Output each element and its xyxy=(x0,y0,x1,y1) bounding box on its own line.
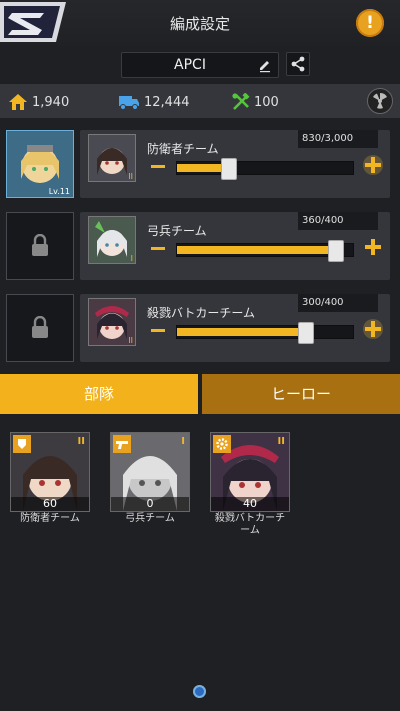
slider-fill xyxy=(177,246,336,254)
shield-icon xyxy=(13,435,31,453)
add-plus-icon[interactable] xyxy=(362,154,384,176)
hero-name: 防衛者チーム xyxy=(20,513,80,524)
page-indicator-dot xyxy=(193,685,206,698)
share-icon[interactable] xyxy=(286,52,310,76)
team-slider[interactable] xyxy=(176,158,354,180)
commander-level: Lv.11 xyxy=(48,187,70,196)
resource-trucks: 12,444 xyxy=(118,93,190,111)
truck-icon xyxy=(119,96,139,110)
slider-handle[interactable] xyxy=(221,158,238,180)
slider-handle[interactable] xyxy=(328,240,345,262)
gear-icon xyxy=(213,435,231,453)
team-card: II 防衛者チーム 830/3,000 xyxy=(80,130,390,198)
hero-card[interactable]: I 0 弓兵チーム xyxy=(110,432,190,525)
hero-value: 0 xyxy=(111,497,189,511)
team-slider[interactable] xyxy=(176,240,354,262)
hero-value: 60 xyxy=(11,497,89,511)
hero-card[interactable]: II 60 防衛者チーム xyxy=(10,432,90,525)
hero-portrait: I 0 xyxy=(110,432,190,512)
team-count: 830/3,000 xyxy=(298,130,378,148)
radiation-settings-icon[interactable] xyxy=(367,88,393,114)
slider-fill xyxy=(177,328,306,336)
team-card: I 弓兵チーム 360/400 xyxy=(80,212,390,280)
deck-name: APCI xyxy=(174,57,206,73)
hero-name: 殺戮バトカーチーム xyxy=(214,513,286,536)
hero-portrait: II 40 xyxy=(210,432,290,512)
team-rank: II xyxy=(128,336,133,345)
hero-name: 弓兵チーム xyxy=(125,513,175,524)
page-title: 編成設定 xyxy=(169,15,230,33)
top-bar: 編成設定 ! xyxy=(0,0,400,46)
team-rank: II xyxy=(128,172,133,181)
resource-bar: 1,940 12,444 100 xyxy=(0,84,400,118)
alert-icon[interactable]: ! xyxy=(356,9,384,37)
slider-handle[interactable] xyxy=(298,322,315,344)
team-slider[interactable] xyxy=(176,322,354,344)
team-name: 殺戮バトカーチーム xyxy=(147,306,256,320)
hero-rank: I xyxy=(181,436,185,447)
hero-rank: II xyxy=(77,436,85,447)
slot-2[interactable] xyxy=(6,212,74,280)
add-plus-icon[interactable] xyxy=(362,236,384,258)
team-card: II 殺戮バトカーチーム 300/400 xyxy=(80,294,390,362)
team-rank: I xyxy=(130,254,133,263)
team-count: 300/400 xyxy=(298,294,378,312)
team-row: Lv.11 II 防衛者チーム 830/3,000 xyxy=(0,130,400,200)
resource-houses: 1,940 xyxy=(8,93,69,111)
hero-portrait: II 60 xyxy=(10,432,90,512)
team-row: II 殺戮バトカーチーム 300/400 xyxy=(0,294,400,364)
archer-portrait xyxy=(89,217,135,263)
lock-icon xyxy=(32,234,48,256)
team-count: 360/400 xyxy=(298,212,378,230)
edit-pencil-icon[interactable] xyxy=(257,57,273,73)
house-icon xyxy=(9,94,27,110)
deck-name-field[interactable]: APCI xyxy=(121,52,279,78)
lock-icon xyxy=(32,316,48,338)
team-portrait: II xyxy=(88,134,136,182)
team-name: 弓兵チーム xyxy=(147,224,207,238)
team-name: 防衛者チーム xyxy=(147,142,219,156)
team-portrait: I xyxy=(88,216,136,264)
resource-tools-value: 100 xyxy=(254,94,279,110)
tab-hero[interactable]: ヒーロー xyxy=(202,374,400,414)
resource-houses-value: 1,940 xyxy=(32,94,70,110)
hero-rank: II xyxy=(277,436,285,447)
add-plus-icon[interactable] xyxy=(362,318,384,340)
team-row: I 弓兵チーム 360/400 xyxy=(0,212,400,282)
slot-1[interactable]: Lv.11 xyxy=(6,130,74,198)
decrease-button[interactable] xyxy=(151,329,165,332)
hero-card[interactable]: II 40 殺戮バトカーチーム xyxy=(210,432,290,537)
decrease-button[interactable] xyxy=(151,247,165,250)
resource-tools: 100 xyxy=(232,93,279,111)
decrease-button[interactable] xyxy=(151,165,165,168)
team-portrait: II xyxy=(88,298,136,346)
hero-value: 40 xyxy=(211,497,289,511)
tab-squad[interactable]: 部隊 xyxy=(0,374,198,414)
gun-icon xyxy=(113,435,131,453)
slot-3[interactable] xyxy=(6,294,74,362)
wrench-hammer-icon xyxy=(232,93,250,110)
resource-trucks-value: 12,444 xyxy=(144,94,190,110)
tab-bar: 部隊 ヒーロー xyxy=(0,374,400,414)
